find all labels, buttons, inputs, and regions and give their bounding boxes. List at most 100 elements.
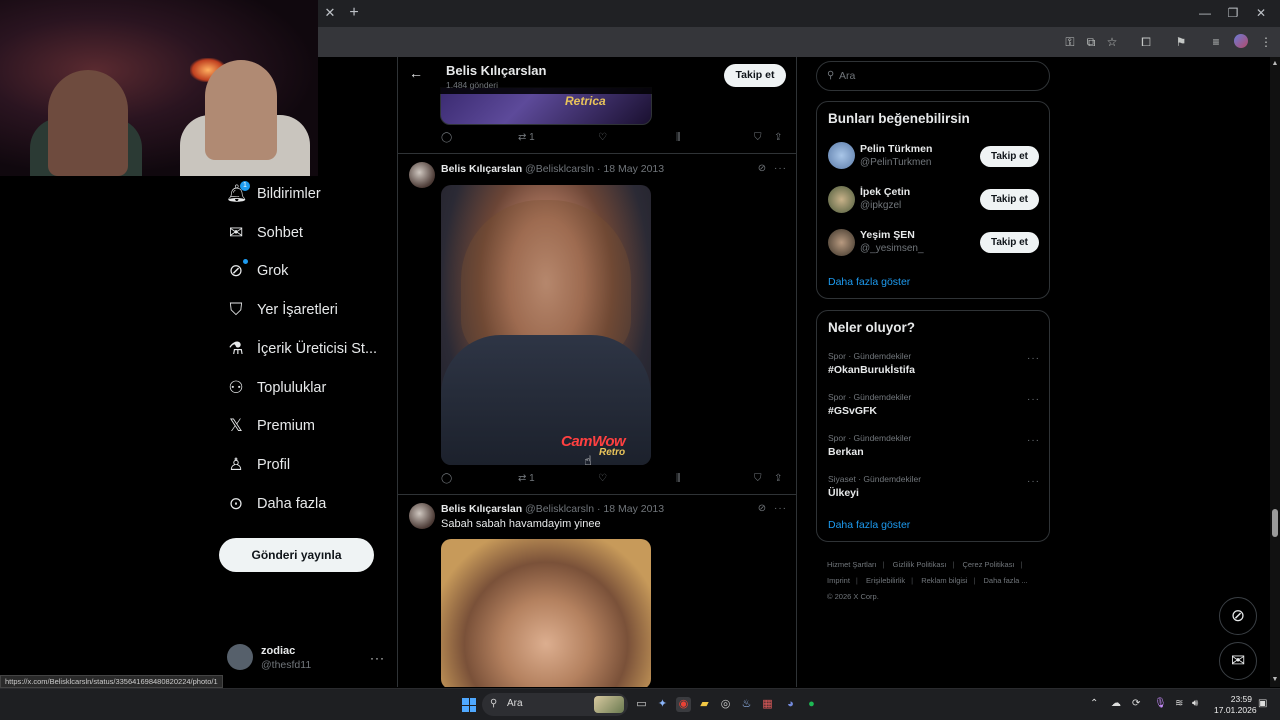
page-scrollbar[interactable] <box>1270 57 1280 687</box>
puzzle-icon[interactable]: ⚑ <box>1173 34 1189 50</box>
share-icon[interactable]: ⇪ <box>774 131 782 145</box>
account-avatar[interactable] <box>227 644 253 670</box>
footer-link[interactable]: Daha fazla ... <box>984 576 1028 585</box>
reply-icon[interactable]: ◯ <box>441 472 452 486</box>
extensions-icon[interactable]: ⧠ <box>1138 34 1154 50</box>
show-more-link[interactable]: Daha fazla göster <box>828 276 910 288</box>
key-icon[interactable]: ⚿ <box>1062 34 1078 50</box>
nav-premium[interactable]: 𝕏 Premium <box>226 412 315 440</box>
footer-link[interactable]: Çerez Politikası <box>962 560 1014 569</box>
chrome-icon[interactable]: ◉ <box>676 697 691 712</box>
install-app-icon[interactable]: ⧉ <box>1083 34 1099 50</box>
like-icon[interactable]: ♡ <box>598 131 607 145</box>
trend-name[interactable]: #OkanBurukİstifa <box>828 364 915 376</box>
media-icon[interactable]: ≡ <box>1208 34 1224 50</box>
tweet-date[interactable]: · 18 May 2013 <box>597 163 664 175</box>
trend-more-icon[interactable]: ··· <box>1027 435 1040 446</box>
retweet-icon[interactable]: ⇄ 1 <box>518 131 535 145</box>
notification-icon[interactable]: ▣ <box>1258 698 1267 709</box>
tweet-more-icon[interactable]: ··· <box>774 163 787 174</box>
taskbar-search[interactable]: ⚲ Ara <box>482 693 628 716</box>
sync-icon[interactable]: ⟳ <box>1132 698 1140 709</box>
tweet-more-icon[interactable]: ··· <box>774 503 787 514</box>
windows-start-icon[interactable] <box>462 698 476 712</box>
back-arrow-icon[interactable]: ← <box>409 66 423 80</box>
user-avatar[interactable] <box>828 142 855 169</box>
menu-dots-icon[interactable]: ⋮ <box>1258 34 1274 50</box>
nav-profile[interactable]: ♙ Profil <box>226 451 290 479</box>
share-icon[interactable]: ⇪ <box>774 472 782 486</box>
nav-grok[interactable]: ⊘ Grok <box>226 257 288 285</box>
account-name[interactable]: zodiac <box>261 645 295 657</box>
trend-name[interactable]: Berkan <box>828 446 864 458</box>
new-tab-icon[interactable]: + <box>346 5 362 21</box>
profile-feed[interactable]: Retrica ← Belis Kılıçarslan 1.484 gönder… <box>397 57 797 687</box>
like-icon[interactable]: ♡ <box>598 472 607 486</box>
window-close-icon[interactable]: ✕ <box>1252 5 1270 21</box>
reply-icon[interactable]: ◯ <box>441 131 452 145</box>
microphone-icon[interactable]: 🎙︎ <box>1154 698 1167 709</box>
tab-close-icon[interactable]: ✕ <box>323 6 337 20</box>
tweet-avatar[interactable] <box>409 503 435 529</box>
tweet-date[interactable]: · 18 May 2013 <box>597 503 664 515</box>
follow-button[interactable]: Takip et <box>980 146 1039 167</box>
trend-more-icon[interactable]: ··· <box>1027 353 1040 364</box>
scroll-up-icon[interactable]: ▲ <box>1270 60 1280 67</box>
footer-link[interactable]: Reklam bilgisi <box>921 576 967 585</box>
task-view-icon[interactable]: ▭ <box>634 697 649 712</box>
wifi-icon[interactable]: ≋ <box>1175 698 1183 709</box>
follow-button[interactable]: Takip et <box>980 232 1039 253</box>
trend-name[interactable]: #GSvGFK <box>828 405 877 417</box>
scrollbar-thumb[interactable] <box>1272 509 1278 537</box>
steam-icon[interactable]: ♨ <box>739 697 754 712</box>
user-name[interactable]: İpek Çetin <box>860 186 910 198</box>
views-icon[interactable]: ⫼ <box>676 131 681 145</box>
messages-fab-icon[interactable]: ✉ <box>1219 642 1257 680</box>
nav-communities[interactable]: ⚇ Topluluklar <box>226 374 326 402</box>
trend-name[interactable]: Ülkeyi <box>828 487 859 499</box>
tweet-author[interactable]: Belis Kılıçarslan <box>441 163 522 175</box>
nav-creator-studio[interactable]: ⚗ İçerik Üreticisi St... <box>226 335 377 363</box>
footer-link[interactable]: Imprint <box>827 576 850 585</box>
user-avatar[interactable] <box>828 229 855 256</box>
grok-explain-icon[interactable]: ⊘ <box>756 163 768 175</box>
tweet-handle[interactable]: @Belisklcarsln <box>525 163 594 175</box>
file-explorer-icon[interactable]: ▰ <box>697 697 712 712</box>
tweet-avatar[interactable] <box>409 162 435 188</box>
nav-chat[interactable]: ✉ Sohbet <box>226 219 303 247</box>
tweet-handle[interactable]: @Belisklcarsln <box>525 503 594 515</box>
nav-more[interactable]: ⊙ Daha fazla <box>226 490 326 518</box>
onedrive-icon[interactable]: ☁ <box>1111 698 1121 709</box>
app-icon[interactable]: ▦ <box>760 697 775 712</box>
tweet-photo[interactable] <box>441 539 651 687</box>
user-avatar[interactable] <box>828 186 855 213</box>
star-icon[interactable]: ☆ <box>1104 34 1120 50</box>
user-name[interactable]: Pelin Türkmen <box>860 143 932 155</box>
minimize-icon[interactable]: — <box>1196 5 1214 21</box>
scroll-down-icon[interactable]: ▼ <box>1270 676 1280 683</box>
show-more-link[interactable]: Daha fazla göster <box>828 519 910 531</box>
footer-link[interactable]: Erişilebilirlik <box>866 576 905 585</box>
tray-chevron-icon[interactable]: ⌃ <box>1090 698 1098 709</box>
clock[interactable]: 23:59 17.01.2026 <box>1214 694 1257 716</box>
bookmark-icon[interactable]: ⛉ <box>754 472 762 486</box>
browser-profile-avatar[interactable] <box>1234 34 1248 48</box>
views-icon[interactable]: ⫼ <box>676 472 681 486</box>
trend-more-icon[interactable]: ··· <box>1027 476 1040 487</box>
follow-button[interactable]: Takip et <box>980 189 1039 210</box>
post-button[interactable]: Gönderi yayınla <box>219 538 374 572</box>
grok-fab-icon[interactable]: ⊘ <box>1219 597 1257 635</box>
copilot-icon[interactable]: ✦ <box>655 697 670 712</box>
trend-more-icon[interactable]: ··· <box>1027 394 1040 405</box>
account-more-icon[interactable]: ··· <box>370 651 385 665</box>
spotify-icon[interactable]: ● <box>804 697 819 712</box>
search-box[interactable]: ⚲ Ara <box>816 61 1050 91</box>
nav-bookmarks[interactable]: ⛉ Yer İşaretleri <box>226 296 338 324</box>
footer-link[interactable]: Hizmet Şartları <box>827 560 877 569</box>
obs-icon[interactable]: ◎ <box>718 697 733 712</box>
user-name[interactable]: Yeşim ŞEN <box>860 229 915 241</box>
retweet-icon[interactable]: ⇄ 1 <box>518 472 535 486</box>
discord-icon[interactable]: ◕ <box>783 697 798 712</box>
tweet-author[interactable]: Belis Kılıçarslan <box>441 503 522 515</box>
grok-explain-icon[interactable]: ⊘ <box>756 503 768 515</box>
